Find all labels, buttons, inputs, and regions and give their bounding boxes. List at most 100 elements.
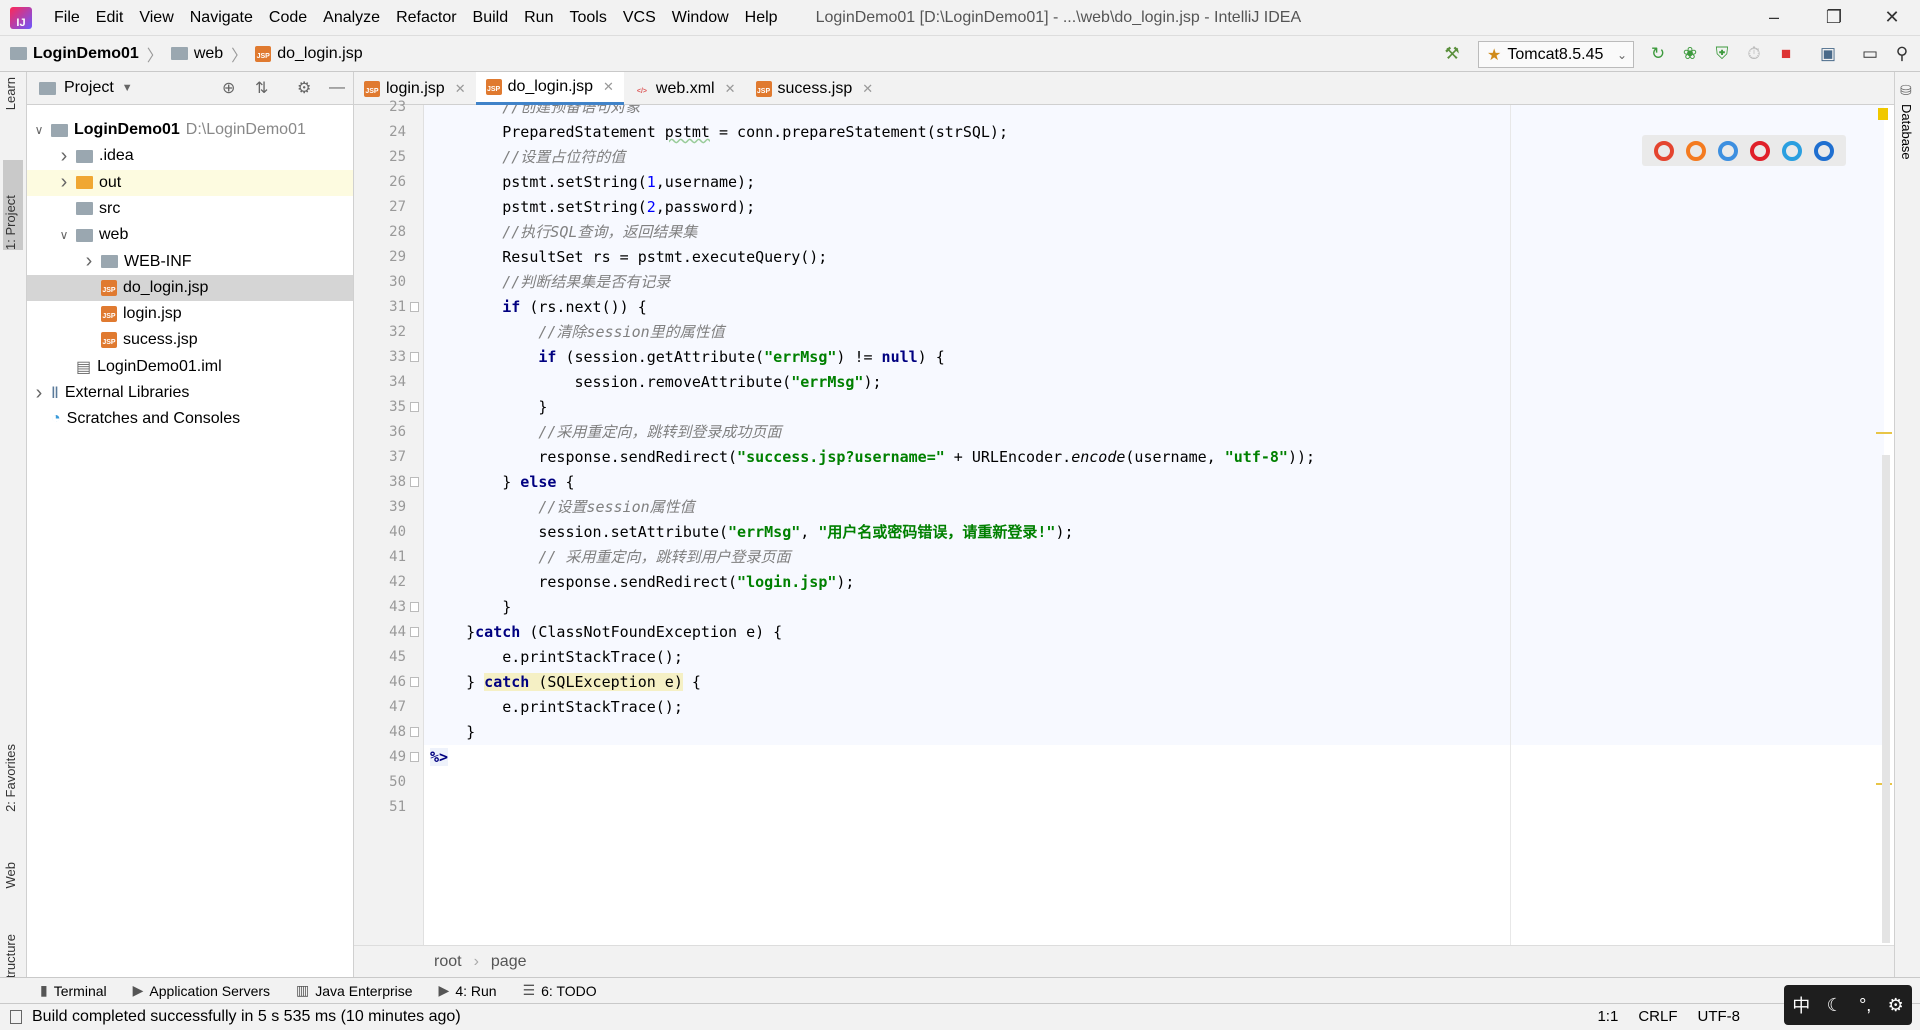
- ie-icon[interactable]: [1782, 140, 1802, 161]
- code-line[interactable]: ResultSet rs = pstmt.executeQuery();: [502, 245, 827, 270]
- fold-marker-icon[interactable]: [410, 602, 419, 612]
- code-line[interactable]: if (rs.next()) {: [502, 295, 647, 320]
- tree-item[interactable]: JSP do_login.jsp: [27, 274, 353, 301]
- firefox-icon[interactable]: [1686, 140, 1706, 161]
- restore-button[interactable]: ❐: [1804, 0, 1864, 35]
- code-line[interactable]: if (session.getAttribute("errMsg") != nu…: [538, 345, 944, 370]
- moon-icon[interactable]: ☾: [1827, 995, 1843, 1016]
- tree-item[interactable]: › WEB-INF: [27, 249, 353, 275]
- code-line[interactable]: //执行SQL查询，返回结果集: [502, 220, 697, 245]
- breadcrumb-web[interactable]: web: [170, 45, 223, 63]
- code-line[interactable]: }: [466, 720, 475, 745]
- fold-marker-icon[interactable]: [410, 477, 419, 487]
- menu-window[interactable]: Window: [664, 9, 737, 27]
- code-line[interactable]: pstmt.setString(1,username);: [502, 170, 755, 195]
- fold-marker-icon[interactable]: [410, 677, 419, 687]
- code-line[interactable]: } else {: [502, 470, 574, 495]
- breadcrumb-file[interactable]: JSP do_login.jsp: [255, 45, 363, 63]
- code-line[interactable]: %>: [430, 745, 449, 770]
- tab-learn[interactable]: Learn: [3, 77, 18, 110]
- code-line[interactable]: }catch (ClassNotFoundException e) {: [466, 620, 782, 645]
- fold-marker-icon[interactable]: [410, 727, 419, 737]
- code-line[interactable]: pstmt.setString(2,password);: [502, 195, 755, 220]
- tool-6-todo[interactable]: ☰ 6: TODO: [523, 982, 597, 999]
- collapse-all-icon[interactable]: ⇅: [255, 78, 268, 98]
- inspection-warning-icon[interactable]: [1878, 108, 1888, 120]
- punctuation-icon[interactable]: °,: [1859, 995, 1871, 1016]
- gear-icon[interactable]: ⚙: [1888, 995, 1904, 1016]
- tree-item[interactable]: ▤ LoginDemo01.iml: [27, 354, 353, 380]
- tree-item[interactable]: ∨ LoginDemo01 D:\LoginDemo01: [27, 117, 353, 143]
- breadcrumb-project[interactable]: LoginDemo01: [10, 45, 139, 63]
- menu-edit[interactable]: Edit: [88, 9, 132, 27]
- tab-database[interactable]: Database: [1899, 104, 1914, 160]
- code-line[interactable]: //设置session属性值: [538, 495, 694, 520]
- debug-icon[interactable]: ❀: [1680, 44, 1700, 64]
- tab-sucess-jsp[interactable]: JSP sucess.jsp ✕: [746, 72, 884, 105]
- close-tab-icon[interactable]: ✕: [603, 79, 614, 95]
- chevron-right-icon[interactable]: ›: [33, 382, 45, 405]
- tool-terminal[interactable]: ▮ Terminal: [40, 982, 107, 999]
- scroll-marker[interactable]: [1876, 432, 1892, 434]
- code-line[interactable]: response.sendRedirect("login.jsp");: [538, 570, 854, 595]
- tree-item[interactable]: › .idea: [27, 143, 353, 169]
- tree-item[interactable]: JSP sucess.jsp: [27, 327, 353, 353]
- code-line[interactable]: PreparedStatement pstmt = conn.prepareSt…: [502, 120, 1008, 145]
- menu-view[interactable]: View: [131, 9, 181, 27]
- rerun-icon[interactable]: ↻: [1648, 44, 1668, 64]
- tab-project[interactable]: 1: Project: [3, 160, 23, 250]
- gear-icon[interactable]: ⚙: [297, 78, 311, 98]
- tree-item[interactable]: › out: [27, 169, 353, 196]
- tree-item[interactable]: src: [27, 196, 353, 222]
- chevron-right-icon[interactable]: ›: [58, 145, 70, 168]
- menu-analyze[interactable]: Analyze: [315, 9, 388, 27]
- search-icon[interactable]: ⚲: [1892, 44, 1912, 64]
- locate-icon[interactable]: ⊕: [222, 78, 235, 98]
- tree-item[interactable]: ◔ Scratches and Consoles: [27, 406, 353, 432]
- fold-marker-icon[interactable]: [410, 627, 419, 637]
- code-line[interactable]: session.setAttribute("errMsg", "用户名或密码错误…: [538, 520, 1073, 545]
- ime-language[interactable]: 中: [1792, 992, 1810, 1018]
- status-toggle-icon[interactable]: [10, 1010, 22, 1024]
- fold-marker-icon[interactable]: [410, 402, 419, 412]
- tool-application-servers[interactable]: ▶ Application Servers: [133, 982, 270, 999]
- code-line[interactable]: e.printStackTrace();: [502, 695, 683, 720]
- opera-icon[interactable]: [1750, 140, 1770, 161]
- stop-icon[interactable]: ■: [1776, 44, 1796, 64]
- code-line[interactable]: //创建预备语句对象: [502, 105, 640, 120]
- code-editor[interactable]: //创建预备语句对象 PreparedStatement pstmt = conn…: [424, 105, 1894, 945]
- menu-run[interactable]: Run: [516, 9, 561, 27]
- hide-icon[interactable]: —: [329, 79, 345, 97]
- chevron-down-icon[interactable]: ∨: [33, 123, 45, 137]
- menu-vcs[interactable]: VCS: [615, 9, 664, 27]
- chevron-down-icon[interactable]: ∨: [58, 228, 70, 242]
- chevron-down-icon[interactable]: ▼: [122, 82, 133, 94]
- coverage-icon[interactable]: ⛨: [1712, 44, 1732, 64]
- tree-item[interactable]: › Ⅱ External Libraries: [27, 380, 353, 406]
- tab-do-login-jsp[interactable]: JSP do_login.jsp ✕: [475, 72, 624, 105]
- scrollbar[interactable]: [1882, 455, 1890, 943]
- code-line[interactable]: } catch (SQLException e) {: [466, 670, 701, 695]
- caret-position[interactable]: 1:1: [1597, 1008, 1618, 1025]
- code-line[interactable]: e.printStackTrace();: [502, 645, 683, 670]
- code-line[interactable]: }: [538, 395, 547, 420]
- code-line[interactable]: //采用重定向，跳转到登录成功页面: [538, 420, 781, 445]
- menu-navigate[interactable]: Navigate: [182, 9, 261, 27]
- code-line[interactable]: }: [502, 595, 511, 620]
- chevron-right-icon[interactable]: ›: [83, 250, 95, 273]
- build-hammer-icon[interactable]: ⚒: [1442, 44, 1462, 64]
- close-button[interactable]: ✕: [1862, 0, 1920, 35]
- fold-marker-icon[interactable]: [410, 302, 419, 312]
- close-tab-icon[interactable]: ✕: [725, 81, 736, 97]
- menu-code[interactable]: Code: [261, 9, 315, 27]
- tool-4-run[interactable]: ▶ 4: Run: [439, 982, 497, 999]
- safari-icon[interactable]: [1718, 140, 1738, 161]
- fold-marker-icon[interactable]: [410, 352, 419, 362]
- menu-refactor[interactable]: Refactor: [388, 9, 464, 27]
- line-separator[interactable]: CRLF: [1638, 1008, 1677, 1025]
- code-line[interactable]: // 采用重定向，跳转到用户登录页面: [538, 545, 790, 570]
- menu-help[interactable]: Help: [737, 9, 786, 27]
- chevron-right-icon[interactable]: ›: [58, 171, 70, 194]
- profile-icon[interactable]: ⏱: [1744, 44, 1764, 64]
- menu-tools[interactable]: Tools: [561, 9, 614, 27]
